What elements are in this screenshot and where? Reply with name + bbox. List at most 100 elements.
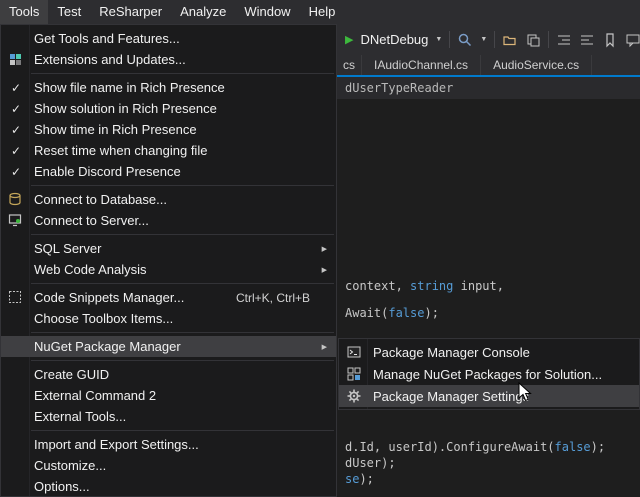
menu-item-label: Connect to Database... bbox=[34, 192, 167, 207]
menubar-item-analyze[interactable]: Analyze bbox=[171, 0, 235, 24]
server-icon bbox=[7, 212, 23, 228]
menu-item-connect-to-server[interactable]: Connect to Server... bbox=[1, 210, 336, 231]
menu-item-create-guid[interactable]: Create GUID bbox=[1, 364, 336, 385]
menu-separator bbox=[31, 332, 334, 333]
menu-item-label: Create GUID bbox=[34, 367, 109, 382]
bookmark-icon[interactable] bbox=[602, 32, 618, 48]
code-editor[interactable]: context, string input, Await(false); d.I… bbox=[337, 99, 640, 497]
menu-item-customize[interactable]: Customize... bbox=[1, 455, 336, 476]
code-line: dUser); bbox=[345, 456, 396, 470]
menu-item-label: Import and Export Settings... bbox=[34, 437, 199, 452]
toolbar-separator bbox=[494, 31, 495, 48]
menubar-item-window[interactable]: Window bbox=[235, 0, 299, 24]
menu-item-code-snippets-manager[interactable]: Code Snippets Manager... Ctrl+K, Ctrl+B bbox=[1, 287, 336, 308]
extensions-icon bbox=[7, 51, 23, 67]
tab-partial[interactable]: cs bbox=[337, 55, 362, 75]
menu-item-label: External Command 2 bbox=[34, 388, 156, 403]
checkmark-icon: ✓ bbox=[7, 81, 25, 95]
checkmark-icon: ✓ bbox=[7, 144, 25, 158]
submenu-item-package-manager-console[interactable]: Package Manager Console bbox=[339, 341, 639, 363]
menu-item-external-tools[interactable]: External Tools... bbox=[1, 406, 336, 427]
code-line: context, string input, bbox=[345, 279, 504, 293]
menu-separator bbox=[31, 73, 334, 74]
submenu-arrow-icon: ▶ bbox=[322, 266, 327, 274]
submenu-item-label: Package Manager Settings bbox=[373, 389, 529, 404]
menubar-item-help[interactable]: Help bbox=[300, 0, 345, 24]
menu-item-sql-server[interactable]: SQL Server ▶ bbox=[1, 238, 336, 259]
start-debug-icon[interactable]: ▶ bbox=[345, 33, 353, 46]
menu-item-import-export-settings[interactable]: Import and Export Settings... bbox=[1, 434, 336, 455]
nuget-package-manager-submenu: Package Manager Console Manage NuGet Pac… bbox=[338, 338, 640, 410]
checkmark-icon: ✓ bbox=[7, 123, 25, 137]
indent-icon[interactable] bbox=[556, 32, 572, 48]
menu-item-label: NuGet Package Manager bbox=[34, 339, 181, 354]
menu-item-label: Customize... bbox=[34, 458, 106, 473]
submenu-item-label: Package Manager Console bbox=[373, 345, 530, 360]
menu-item-options[interactable]: Options... bbox=[1, 476, 336, 497]
menu-separator bbox=[31, 234, 334, 235]
menu-item-label: Extensions and Updates... bbox=[34, 52, 186, 67]
toolbar-separator bbox=[548, 31, 549, 48]
menu-item-show-time-rich-presence[interactable]: ✓ Show time in Rich Presence bbox=[1, 119, 336, 140]
menu-item-web-code-analysis[interactable]: Web Code Analysis ▶ bbox=[1, 259, 336, 280]
menu-item-external-command-2[interactable]: External Command 2 bbox=[1, 385, 336, 406]
menu-item-label: Show solution in Rich Presence bbox=[34, 101, 217, 116]
submenu-item-manage-nuget-packages-for-solution[interactable]: Manage NuGet Packages for Solution... bbox=[339, 363, 639, 385]
debug-target-selector[interactable]: DNetDebug bbox=[360, 32, 428, 47]
menu-separator bbox=[31, 185, 334, 186]
menu-item-enable-discord-presence[interactable]: ✓ Enable Discord Presence bbox=[1, 161, 336, 182]
navigation-bar[interactable]: dUserTypeReader bbox=[337, 77, 640, 99]
submenu-item-package-manager-settings[interactable]: Package Manager Settings bbox=[339, 385, 639, 407]
chevron-down-icon[interactable]: ▼ bbox=[435, 36, 442, 43]
menubar-item-tools[interactable]: Tools bbox=[0, 0, 48, 24]
checkmark-icon: ✓ bbox=[7, 165, 25, 179]
menu-item-label: Connect to Server... bbox=[34, 213, 149, 228]
menubar-item-test[interactable]: Test bbox=[48, 0, 90, 24]
open-file-icon[interactable] bbox=[502, 32, 518, 48]
submenu-item-label: Manage NuGet Packages for Solution... bbox=[373, 367, 602, 382]
console-icon bbox=[346, 344, 362, 360]
submenu-arrow-icon: ▶ bbox=[322, 343, 327, 351]
code-line: se); bbox=[345, 472, 374, 486]
menubar-item-resharper[interactable]: ReSharper bbox=[90, 0, 171, 24]
menu-bar: Tools Test ReSharper Analyze Window Help bbox=[0, 0, 640, 24]
menu-item-choose-toolbox-items[interactable]: Choose Toolbox Items... bbox=[1, 308, 336, 329]
menu-item-label: Show time in Rich Presence bbox=[34, 122, 197, 137]
document-tab-strip: cs IAudioChannel.cs AudioService.cs bbox=[337, 55, 640, 77]
menu-item-label: Get Tools and Features... bbox=[34, 31, 180, 46]
checkmark-icon: ✓ bbox=[7, 102, 25, 116]
menu-item-label: Enable Discord Presence bbox=[34, 164, 181, 179]
menu-item-show-file-name-rich-presence[interactable]: ✓ Show file name in Rich Presence bbox=[1, 77, 336, 98]
find-icon[interactable] bbox=[457, 32, 473, 48]
menu-item-label: Web Code Analysis bbox=[34, 262, 147, 277]
tab-audioservice[interactable]: AudioService.cs bbox=[481, 55, 592, 75]
menu-item-get-tools-and-features[interactable]: Get Tools and Features... bbox=[1, 28, 336, 49]
comment-icon[interactable] bbox=[625, 32, 640, 48]
outdent-icon[interactable] bbox=[579, 32, 595, 48]
packages-icon bbox=[346, 366, 362, 382]
toolbar-separator bbox=[449, 31, 450, 48]
database-icon bbox=[7, 191, 23, 207]
breadcrumb[interactable]: dUserTypeReader bbox=[345, 77, 640, 99]
menu-item-shortcut: Ctrl+K, Ctrl+B bbox=[236, 291, 328, 305]
menu-item-label: Code Snippets Manager... bbox=[34, 290, 184, 305]
menu-item-label: External Tools... bbox=[34, 409, 126, 424]
menu-item-extensions-and-updates[interactable]: Extensions and Updates... bbox=[1, 49, 336, 70]
tools-menu: Get Tools and Features... Extensions and… bbox=[0, 24, 337, 497]
submenu-arrow-icon: ▶ bbox=[322, 245, 327, 253]
code-line: d.Id, userId).ConfigureAwait(false); bbox=[345, 440, 605, 454]
menu-separator bbox=[31, 430, 334, 431]
snippets-icon bbox=[7, 289, 23, 305]
menu-item-label: Options... bbox=[34, 479, 90, 494]
menu-item-label: SQL Server bbox=[34, 241, 101, 256]
chevron-down-icon[interactable]: ▼ bbox=[480, 36, 487, 43]
copy-icon[interactable] bbox=[525, 32, 541, 48]
menu-item-show-solution-rich-presence[interactable]: ✓ Show solution in Rich Presence bbox=[1, 98, 336, 119]
menu-item-label: Show file name in Rich Presence bbox=[34, 80, 225, 95]
menu-item-connect-to-database[interactable]: Connect to Database... bbox=[1, 189, 336, 210]
gear-icon bbox=[346, 388, 362, 404]
menu-item-reset-time-when-changing-file[interactable]: ✓ Reset time when changing file bbox=[1, 140, 336, 161]
menu-separator bbox=[31, 360, 334, 361]
menu-item-nuget-package-manager[interactable]: NuGet Package Manager ▶ bbox=[1, 336, 336, 357]
tab-iaudiochannel[interactable]: IAudioChannel.cs bbox=[362, 55, 481, 75]
